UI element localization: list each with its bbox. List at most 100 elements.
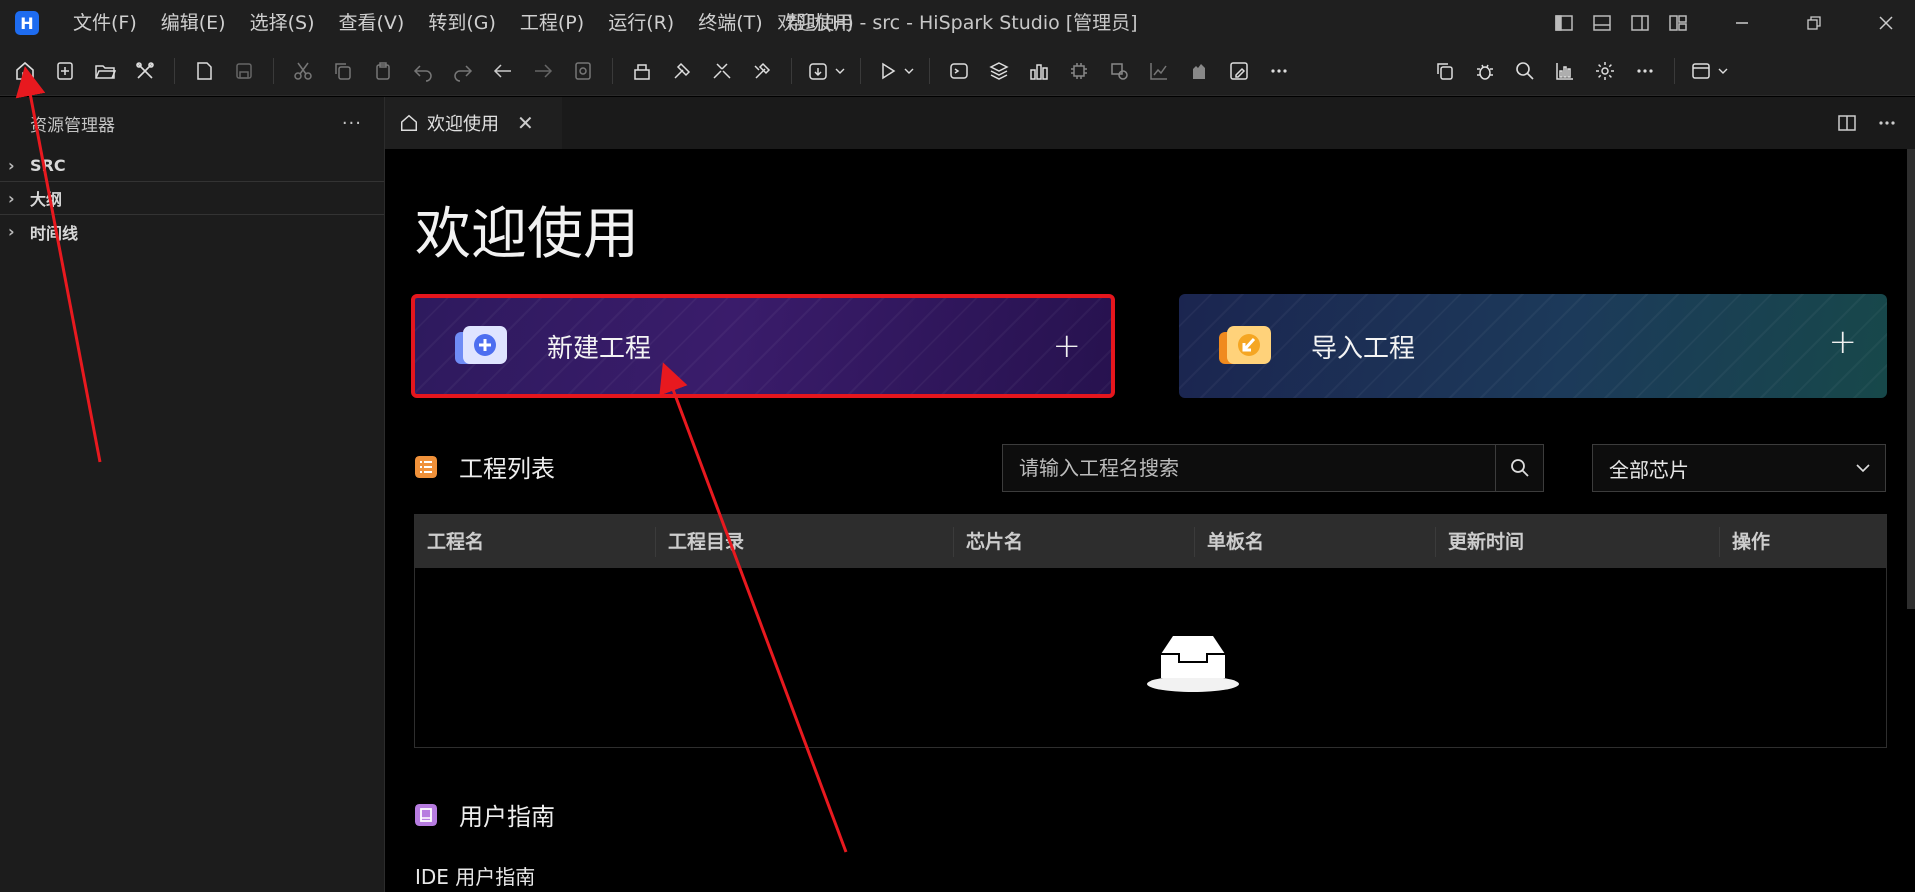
chip-filter-select[interactable]: 全部芯片	[1592, 444, 1886, 492]
menu-terminal[interactable]: 终端(T)	[686, 0, 774, 46]
column-update-time: 更新时间	[1436, 526, 1720, 557]
project-search-input[interactable]	[1003, 445, 1495, 491]
toolbar-divider	[612, 57, 613, 84]
menu-goto[interactable]: 转到(G)	[416, 0, 508, 46]
new-project-plus-icon: +	[1052, 326, 1082, 366]
user-guide-title: 用户指南	[459, 803, 555, 831]
sidebar-section-timeline[interactable]: › 时间线	[0, 215, 384, 248]
settings-gear-icon[interactable]	[1588, 54, 1622, 88]
cut-icon[interactable]	[286, 54, 320, 88]
find-in-file-icon[interactable]	[566, 54, 600, 88]
import-project-card[interactable]: 导入工程 +	[1179, 294, 1887, 398]
home-icon	[401, 114, 417, 131]
split-editor-icon[interactable]	[1837, 113, 1857, 133]
welcome-page: 欢迎使用 新建工程 + 导入工程 + 工程列表 请输入工程名搜索 全部芯片 工程…	[385, 149, 1915, 892]
trend-chart-icon[interactable]	[1142, 54, 1176, 88]
bug-icon[interactable]	[1468, 54, 1502, 88]
new-project-label: 新建工程	[547, 333, 652, 364]
project-list-title: 工程列表	[459, 455, 555, 483]
card-background-pattern	[1179, 294, 1887, 398]
toggle-panel-icon[interactable]	[1587, 8, 1617, 38]
analytics-icon[interactable]	[1548, 54, 1582, 88]
restore-icon[interactable]	[1799, 8, 1829, 38]
chevron-right-icon: ›	[8, 222, 15, 241]
list-icon	[415, 455, 437, 478]
tools-icon[interactable]	[128, 54, 162, 88]
debug-run-icon[interactable]	[873, 54, 917, 88]
sidebar-section-src[interactable]: › SRC	[0, 149, 384, 182]
column-actions: 操作	[1732, 530, 1771, 553]
window-controls	[1545, 0, 1915, 46]
minimize-icon[interactable]	[1727, 8, 1757, 38]
menu-view[interactable]: 查看(V)	[327, 0, 417, 46]
new-file-icon[interactable]	[48, 54, 82, 88]
customize-layout-icon[interactable]	[1663, 8, 1693, 38]
explorer-header: 资源管理器 ···	[0, 97, 384, 149]
rebuild-icon[interactable]	[705, 54, 739, 88]
stats-icon[interactable]	[1022, 54, 1056, 88]
close-tab-icon[interactable]: ✕	[517, 111, 534, 135]
editor-actions	[1837, 97, 1897, 149]
toggle-secondary-sidebar-icon[interactable]	[1625, 8, 1655, 38]
plugin-icon[interactable]	[1182, 54, 1216, 88]
import-project-label: 导入工程	[1311, 333, 1416, 364]
undo-icon[interactable]	[406, 54, 440, 88]
explorer-more-button[interactable]: ···	[342, 113, 362, 134]
copy-icon[interactable]	[326, 54, 360, 88]
column-board-name: 单板名	[1195, 526, 1436, 557]
close-window-icon[interactable]	[1871, 8, 1901, 38]
sidebar-section-label: 时间线	[30, 223, 79, 243]
open-folder-icon[interactable]	[88, 54, 122, 88]
menu-run[interactable]: 运行(R)	[596, 0, 686, 46]
search-button[interactable]	[1495, 445, 1543, 491]
toolbar-divider	[929, 57, 930, 84]
search-icon[interactable]	[1508, 54, 1542, 88]
more-right-icon[interactable]	[1628, 54, 1662, 88]
new-project-card[interactable]: 新建工程 +	[411, 294, 1115, 398]
tab-welcome[interactable]: 欢迎使用 ✕	[385, 97, 562, 149]
scrollbar[interactable]	[1907, 149, 1915, 609]
menu-edit[interactable]: 编辑(E)	[149, 0, 238, 46]
redo-icon[interactable]	[446, 54, 480, 88]
column-project-dir: 工程目录	[656, 526, 954, 557]
sidebar-section-label: SRC	[30, 155, 66, 175]
main-toolbar	[0, 46, 1915, 96]
empty-inbox-icon	[1147, 636, 1239, 692]
menu-file[interactable]: 文件(F)	[61, 0, 149, 46]
toggle-sidebar-icon[interactable]	[1549, 8, 1579, 38]
explorer-sidebar: 资源管理器 ··· › SRC › 大纲 › 时间线	[0, 97, 385, 892]
save-icon[interactable]	[227, 54, 261, 88]
explorer-title: 资源管理器	[30, 115, 115, 136]
chip-settings-icon[interactable]	[1102, 54, 1136, 88]
page-title: 欢迎使用	[415, 202, 639, 267]
editor-more-icon[interactable]	[1877, 113, 1897, 133]
panel-layout-icon[interactable]	[1687, 54, 1731, 88]
project-search	[1002, 444, 1544, 492]
clean-icon[interactable]	[745, 54, 779, 88]
paste-icon[interactable]	[366, 54, 400, 88]
new-page-icon[interactable]	[187, 54, 221, 88]
menu-project[interactable]: 工程(P)	[508, 0, 596, 46]
column-chip-name: 芯片名	[954, 526, 1195, 557]
terminal-icon[interactable]	[942, 54, 976, 88]
toolbar-divider	[860, 57, 861, 84]
build-icon[interactable]	[625, 54, 659, 88]
chevron-right-icon: ›	[8, 155, 15, 175]
home-icon[interactable]	[8, 54, 42, 88]
copy-window-icon[interactable]	[1428, 54, 1462, 88]
hammer-icon[interactable]	[665, 54, 699, 88]
forward-arrow-icon[interactable]	[526, 54, 560, 88]
ide-user-guide-link[interactable]: IDE 用户指南	[415, 861, 535, 890]
layers-icon[interactable]	[982, 54, 1016, 88]
search-icon	[1510, 459, 1529, 477]
project-table: 工程名 工程目录 芯片名 单板名 更新时间 操作	[414, 514, 1887, 748]
menu-selection[interactable]: 选择(S)	[238, 0, 327, 46]
toolbar-divider	[174, 57, 175, 84]
chip-icon[interactable]	[1062, 54, 1096, 88]
more-icon[interactable]	[1262, 54, 1296, 88]
menu-help[interactable]: 帮助(H)	[775, 0, 866, 46]
download-icon[interactable]	[804, 54, 848, 88]
sidebar-section-outline[interactable]: › 大纲	[0, 182, 384, 215]
back-arrow-icon[interactable]	[486, 54, 520, 88]
edit-window-icon[interactable]	[1222, 54, 1256, 88]
